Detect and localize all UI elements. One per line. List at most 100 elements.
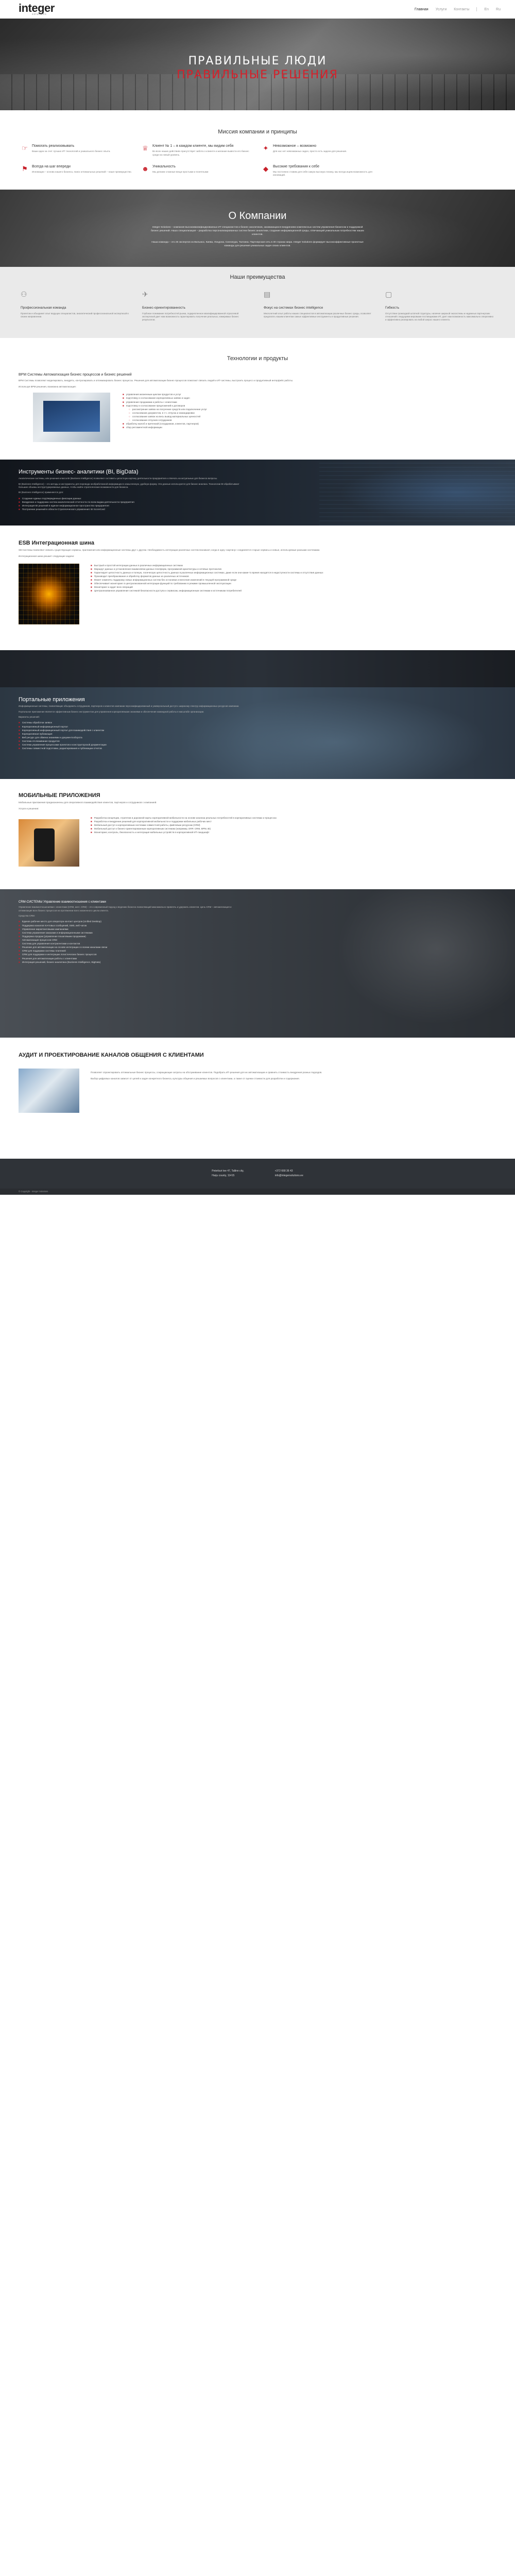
chart-icon: ▤	[264, 290, 271, 298]
nav-contacts[interactable]: Контакты	[454, 8, 469, 11]
list-item: ■ Может изменять поддержку новых информац…	[91, 579, 237, 582]
about-section: О Компании Integer Solutions – компания …	[0, 190, 515, 267]
list-item: ■ Мобильный доступ к бизнес-ориентированн…	[91, 827, 211, 830]
bi-heading: Инструменты бизнес- аналитики (BI, BigDa…	[19, 469, 139, 476]
bullet-icon: ■	[19, 950, 20, 953]
bullet-icon: ■	[19, 957, 20, 960]
bpm-text: BPM Системы позволяют моделировать, внед…	[19, 379, 294, 382]
mission-item: ⚑ Всегда на шаг впереди Инновации – осно…	[21, 165, 133, 177]
list-item: ■ Решения для автоматизации работы с клие…	[19, 957, 77, 960]
bullet-icon: ■	[19, 946, 20, 949]
about-text: Наша команда – это 25 экспертов из Вильн…	[151, 241, 364, 247]
crm-text: Управление взаимоотношениями с клиентами…	[19, 906, 232, 912]
thumb-icon: ☞	[22, 144, 28, 152]
list-item: ■ CRM для поддержки системы платежей	[19, 950, 66, 953]
crm-heading: CRM-СИСТЕМЫ Управление взаимоотношения с…	[19, 901, 106, 904]
mobile-text: Мобильные приложения предназначены для о…	[19, 801, 157, 804]
bullet-icon: ■	[19, 497, 20, 500]
bullet-icon: ■	[19, 927, 20, 930]
mobile-heading: МОБИЛЬНЫЕ ПРИЛОЖЕНИЯ	[19, 792, 100, 799]
audit-image	[19, 1069, 79, 1113]
bi-list: ■ Создание единых подтвержденных фиксации…	[19, 497, 496, 511]
bpm-heading: BPM Системы Автоматизация бизнес процесс…	[19, 373, 132, 377]
mission-item-title: Клиент № 1 – в каждом клиенте, мы видим …	[152, 144, 234, 148]
bullet-icon: ■	[123, 426, 124, 429]
mobile-list: ■ Разработка концепции, стратегии и дорож…	[91, 816, 277, 867]
list-item: ■ Разработка и внедрение решений для корп…	[91, 820, 212, 823]
list-item: ■ сбор регламентной информации	[123, 426, 162, 429]
bullet-icon: ○	[129, 411, 130, 414]
advantage-item: ⚇ Профессиональная команда Проектом и об…	[21, 290, 130, 321]
logo-tagline: solutions	[32, 13, 47, 16]
advantage-title: Гибкость	[385, 306, 400, 310]
mobile-section: МОБИЛЬНЫЕ ПРИЛОЖЕНИЯ Мобильные приложени…	[0, 779, 515, 890]
bpm-laptop-image	[33, 393, 110, 443]
nav-services[interactable]: Услуги	[436, 8, 447, 11]
list-item: ■ Веб ресурс для обмена знаниями и докуме…	[19, 736, 82, 739]
bullet-icon: ■	[19, 732, 20, 735]
footer-address: Peterburi tee 47, Tallinn city,	[212, 1170, 244, 1173]
advantage-item: ▢ Гибкость Отсутствие громоздкой штатной…	[385, 290, 494, 321]
advantage-title: Фокус на системах бизнес intelligence	[264, 306, 323, 310]
flex-icon: ▢	[385, 290, 392, 298]
mission-item-text: Ваши идеи за счет лучших ИТ технологий и…	[32, 150, 111, 153]
bullet-icon: ○	[129, 408, 130, 411]
list-item: ■ Быстрый и простой интеграции данных в р…	[91, 564, 183, 567]
bullet-icon: ■	[19, 725, 20, 728]
list-item: ■ Интеграция решений, бизнес-аналитика (B…	[19, 960, 101, 963]
list-item: ■ Корпоративный информационный портал	[19, 725, 68, 728]
bullet-icon: ■	[91, 582, 92, 585]
list-item: ■ Обеспечивает мониторинг в централизован…	[91, 582, 231, 585]
bullet-icon: ■	[123, 404, 124, 407]
advantage-text: Глубокое понимание потребностей рынка, п…	[142, 312, 239, 321]
footer-phone[interactable]: +372 668 36 43	[275, 1169, 303, 1174]
bullet-icon: ■	[91, 827, 92, 830]
bullet-icon: ■	[19, 504, 20, 507]
list-item: ■ подготовку и согласование корпоративных…	[123, 397, 190, 400]
diamond-icon: ◆	[263, 164, 268, 173]
list-item: ■ Интеграция BI решений в единое информац…	[19, 504, 109, 507]
tech-section: Технологии и продукты BPM Системы Автома…	[0, 338, 515, 443]
portal-text: Информационные системы, позволяющие объе…	[19, 705, 239, 708]
bullet-icon: ■	[91, 816, 92, 819]
advantage-text: Отсутствие громоздкой штатной структуры,…	[385, 312, 494, 321]
bullet-icon: ■	[19, 960, 20, 963]
advantage-text: Многолетний опыт работы наших специалист…	[264, 312, 371, 318]
star-icon: ✦	[263, 144, 269, 152]
bullet-icon: ■	[19, 747, 20, 750]
business-icon: ✈	[142, 290, 148, 298]
list-item: ○ согласование заявок на весь вывод матер…	[129, 415, 201, 418]
about-title: О Компании	[228, 210, 287, 222]
bullet-icon: ■	[91, 579, 92, 582]
list-item: ■ Системы обработки заявок	[19, 721, 52, 724]
advantage-item: ✈ Бизнес-ориентированность Глубокое пони…	[142, 290, 251, 321]
mission-item-title: Всегда на шаг впереди	[32, 164, 71, 168]
bullet-icon: ■	[91, 589, 92, 592]
esb-circuit-image	[19, 563, 79, 624]
bi-section: Инструменты бизнес- аналитики (BI, BigDa…	[0, 460, 515, 526]
footer-email[interactable]: info@integersolutions.ee	[275, 1174, 303, 1178]
lang-en[interactable]: En	[484, 8, 489, 11]
list-item: ■ Автоматизация процессов CRM	[19, 938, 57, 941]
nav-home[interactable]: Главная	[415, 8, 428, 11]
advantage-text: Проектом и объединит опыт ведущих специа…	[21, 312, 129, 318]
logo[interactable]: integer solutions	[19, 3, 55, 16]
bullet-icon: ○	[129, 419, 130, 422]
list-item: ■ подготовку и согласование предложений и…	[123, 404, 185, 407]
bullet-icon: ■	[19, 938, 20, 941]
audit-text: Позволяет спроектировать оптимальные биз…	[91, 1071, 322, 1074]
portal-list: ■ Системы обработки заявок ■ Корпоративный…	[19, 721, 496, 750]
list-item: ■ управления жизненным циклом продуктов и…	[123, 393, 181, 396]
list-item: ■ CRM для поддержки и интеграции логистич…	[19, 953, 97, 956]
bullet-icon: ■	[91, 574, 92, 578]
list-item: ■ Системы совместной подготовки, редактир…	[19, 747, 102, 750]
advantages-title: Наши преимущества	[230, 274, 285, 280]
mission-item-text: Мы постоянно ставим для себя самую высок…	[273, 171, 372, 177]
portal-text: Варианты решений:	[19, 716, 40, 719]
mission-item-text: Во всех наших действиях присутствует заб…	[152, 150, 249, 156]
bullet-icon: ■	[19, 942, 20, 945]
mission-item-title: Невозможное – возможно	[273, 144, 317, 148]
lang-ru[interactable]: Ru	[496, 8, 501, 11]
bullet-icon: ■	[19, 500, 20, 503]
crm-section: CRM-СИСТЕМЫ Управление взаимоотношения с…	[0, 889, 515, 1038]
